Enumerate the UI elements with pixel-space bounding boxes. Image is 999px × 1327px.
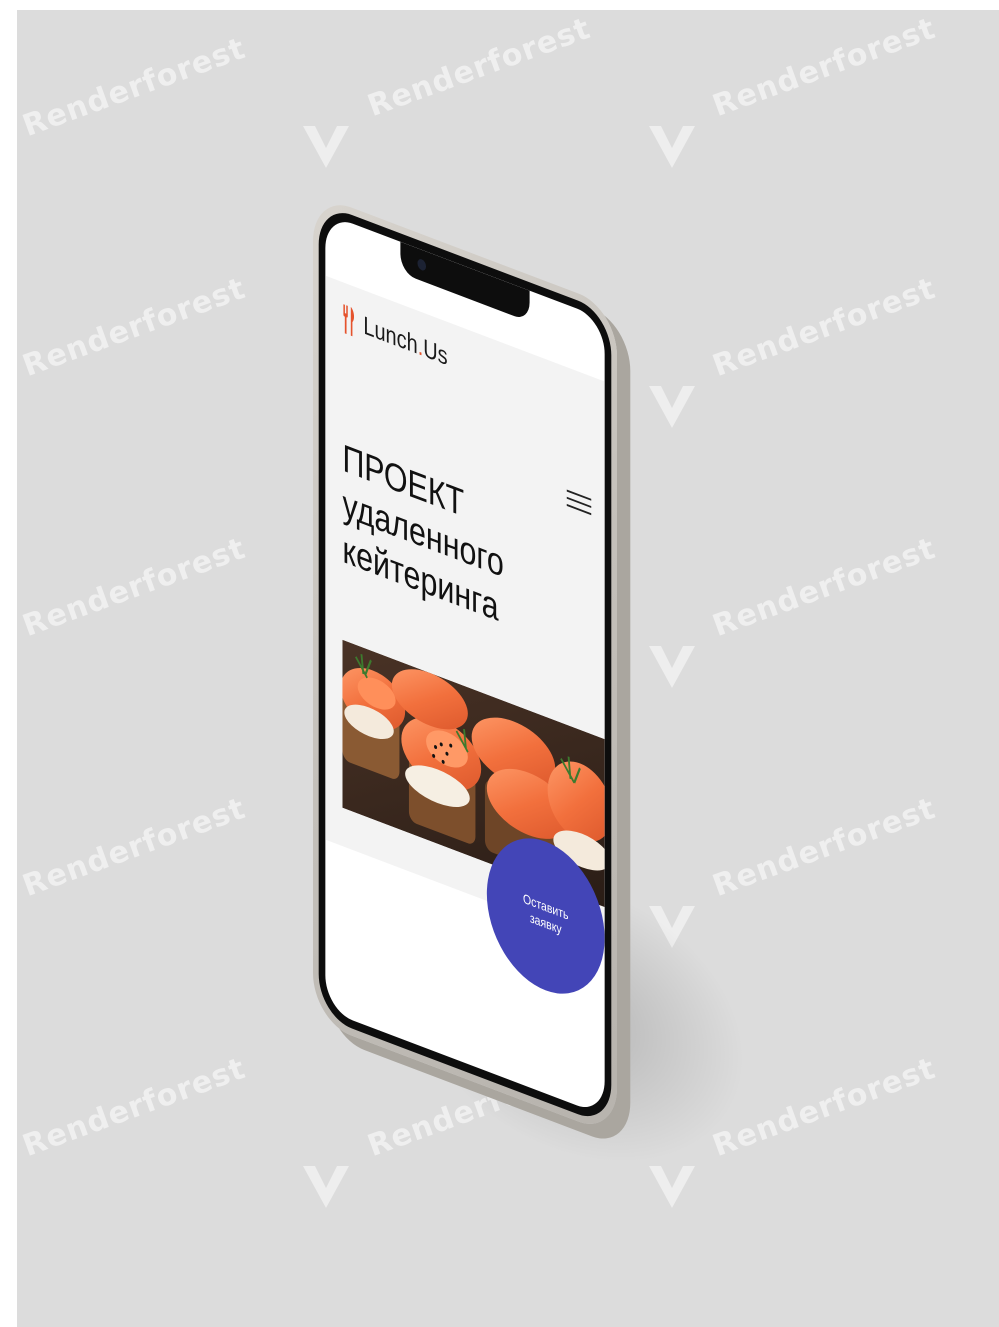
watermark-text: Renderforest [363, 10, 596, 125]
phone-mockup: Lunch.Us ПРОЕКТ удаленного кейтеринга Ос… [313, 193, 625, 1137]
hamburger-menu-icon[interactable] [566, 487, 592, 518]
watermark-text: Renderforest [18, 790, 251, 905]
watermark-text: Renderforest [18, 270, 251, 385]
watermark-text: Renderforest [18, 30, 251, 145]
phone-side-button [617, 668, 625, 744]
watermark-logo-icon [649, 646, 695, 688]
watermark-text: Renderforest [18, 530, 251, 645]
hero-section: Lunch.Us ПРОЕКТ удаленного кейтеринга Ос… [325, 275, 605, 1013]
watermark-text: Renderforest [708, 10, 941, 125]
fork-and-knife-icon [343, 304, 355, 337]
watermark-logo-icon [303, 126, 349, 168]
watermark-text: Renderforest [708, 530, 941, 645]
watermark-text: Renderforest [18, 1050, 251, 1165]
watermark-text: Renderforest [708, 270, 941, 385]
watermark-text: Renderforest [708, 790, 941, 905]
hero-headline: ПРОЕКТ удаленного кейтеринга [342, 436, 589, 666]
phone-screen: Lunch.Us ПРОЕКТ удаленного кейтеринга Ос… [325, 213, 605, 1116]
watermark-logo-icon [649, 126, 695, 168]
brand-name: Lunch.Us [363, 311, 448, 372]
watermark-logo-icon [303, 1166, 349, 1208]
watermark-logo-icon [649, 386, 695, 428]
phone-side-button [617, 812, 625, 847]
camera-icon [417, 257, 427, 272]
submit-request-label: Оставить заявку [523, 891, 569, 938]
brand-logo[interactable]: Lunch.Us [342, 304, 448, 373]
